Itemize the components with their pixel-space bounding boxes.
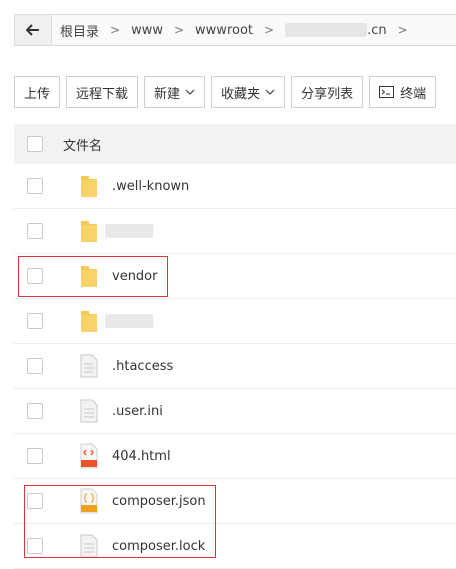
terminal-button[interactable]: 终端 (369, 76, 437, 108)
chevron-right-icon: > (173, 23, 185, 37)
new-button-label: 新建 (154, 86, 181, 102)
chevron-right-icon: > (264, 23, 275, 37)
file-icon (79, 533, 99, 559)
new-button[interactable]: 新建 (144, 76, 206, 108)
table-row[interactable] (14, 299, 456, 344)
folder-icon (79, 218, 99, 244)
table-row[interactable]: .well-known (14, 164, 456, 209)
file-name[interactable]: composer.lock (112, 539, 205, 554)
select-all-checkbox[interactable] (27, 136, 43, 152)
favorites-button-label: 收藏夹 (221, 86, 261, 102)
table-row[interactable]: .htaccess (14, 344, 456, 389)
breadcrumb: 根目录 > www > wwwroot > .cn > (52, 21, 419, 40)
table-row[interactable]: 404.html (14, 434, 456, 479)
folder-icon (79, 263, 99, 289)
path-bar: 根目录 > www > wwwroot > .cn > (14, 14, 456, 46)
remote-download-button[interactable]: 远程下载 (66, 76, 139, 108)
chevron-right-icon: > (397, 23, 408, 37)
terminal-button-label: 终端 (400, 86, 427, 102)
terminal-icon (379, 86, 395, 98)
favorites-button[interactable]: 收藏夹 (211, 76, 286, 108)
file-name[interactable]: 404.html (112, 449, 171, 464)
upload-button[interactable]: 上传 (14, 76, 61, 108)
redacted-file-name (105, 314, 153, 328)
row-checkbox[interactable] (27, 493, 43, 509)
table-row[interactable]: composer.json (14, 479, 456, 524)
row-checkbox[interactable] (27, 178, 43, 194)
column-header-name[interactable]: 文件名 (63, 135, 102, 154)
row-checkbox[interactable] (27, 358, 43, 374)
table-row[interactable]: .user.ini (14, 389, 456, 434)
html-file-icon (79, 443, 99, 469)
redacted-file-name (105, 224, 153, 238)
file-icon (79, 398, 99, 424)
table-row[interactable]: composer.lock (14, 524, 456, 569)
redacted-text (285, 23, 368, 37)
file-name[interactable]: .htaccess (112, 359, 173, 374)
file-name[interactable]: .well-known (112, 179, 189, 194)
row-checkbox[interactable] (27, 313, 43, 329)
breadcrumb-wwwroot[interactable]: wwwroot (195, 23, 253, 38)
chevron-down-icon (265, 89, 275, 95)
arrow-left-icon (26, 24, 39, 36)
file-name[interactable]: composer.json (112, 494, 206, 509)
back-button[interactable] (15, 15, 52, 45)
folder-icon (79, 308, 99, 334)
table-row[interactable] (14, 209, 456, 254)
chevron-right-icon: > (110, 23, 121, 37)
file-name[interactable]: .user.ini (112, 404, 163, 419)
share-list-button[interactable]: 分享列表 (291, 76, 364, 108)
table-row[interactable]: vendor (14, 254, 456, 299)
chevron-down-icon (185, 89, 195, 95)
row-checkbox[interactable] (27, 448, 43, 464)
row-checkbox[interactable] (27, 538, 43, 554)
breadcrumb-www[interactable]: www (131, 23, 163, 38)
file-name[interactable]: vendor (112, 269, 157, 284)
toolbar: 上传 远程下载 新建 收藏夹 分享列表 终端 (14, 76, 437, 108)
folder-icon (79, 173, 99, 199)
json-file-icon (79, 488, 99, 514)
row-checkbox[interactable] (27, 223, 43, 239)
file-table-header: 文件名 (14, 124, 456, 164)
file-icon (79, 353, 99, 379)
breadcrumb-root[interactable]: 根目录 (60, 21, 99, 40)
row-checkbox[interactable] (27, 403, 43, 419)
row-checkbox[interactable] (27, 268, 43, 284)
breadcrumb-site[interactable]: .cn (285, 23, 387, 38)
